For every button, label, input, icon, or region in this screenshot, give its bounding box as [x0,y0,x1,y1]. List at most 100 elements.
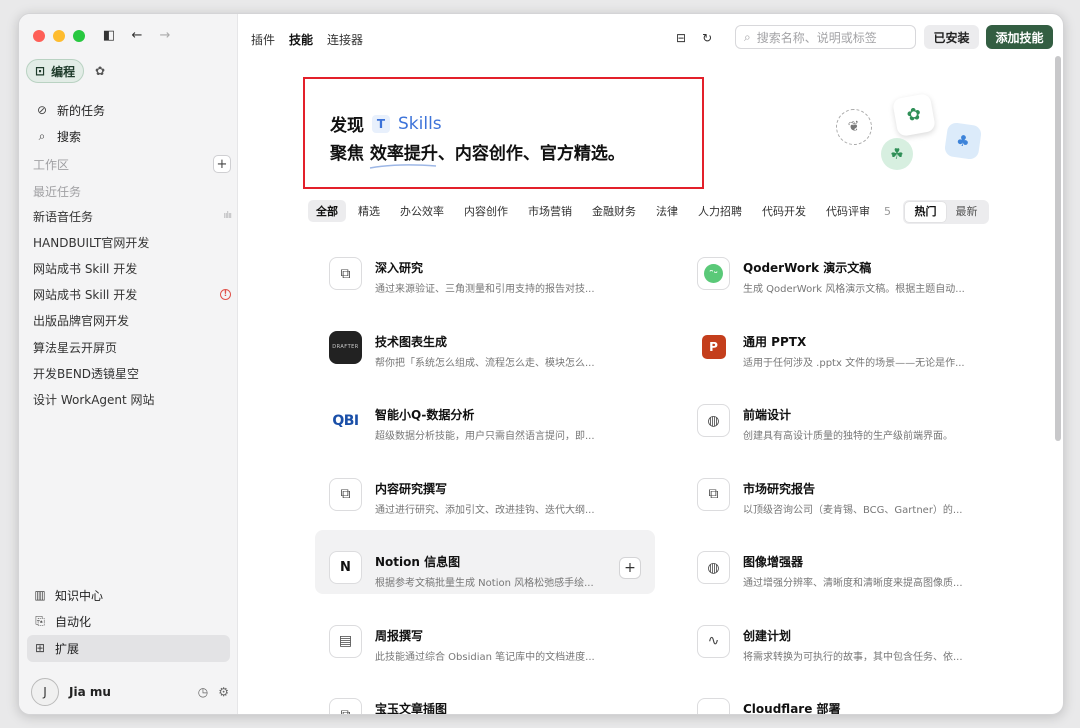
filter-office[interactable]: 办公效率 [392,200,452,222]
qbi-icon: QBI [332,412,359,429]
recent-task-list: 新语音任务 ıılıı HANDBUILT官网开发 网站成书 Skill 开发 … [33,203,232,413]
recent-section: 最近任务 [33,183,231,200]
add-workspace-button[interactable]: + [213,155,231,173]
drafter-icon: DRAFTER [329,330,362,364]
notion-icon: N [329,551,362,584]
skill-title: 宝玉文章插图 [375,702,448,715]
list-item[interactable]: 新语音任务 ıılıı [33,203,232,229]
hero-banner: 发现 T Skills 聚焦 效率提升、内容创作、官方精选。 [303,77,704,189]
skill-card[interactable]: ⧉ 内容研究撰写 通过进行研究、添加引文、改进挂钩、迭代大纲... [315,457,655,521]
puzzle-icon: ⧉ [329,257,362,290]
back-arrow-icon[interactable]: ← [129,26,145,46]
skill-card[interactable]: ◍ 前端设计 创建具有高设计质量的独特的生产级前端界面。 [683,383,1023,447]
skill-desc: 将需求转换为可执行的故事，其中包含任务、依... [743,651,963,663]
skill-desc: 超级数据分析技能，用户只需自然语言提问，即... [375,431,595,442]
gauge-icon[interactable]: ◷ [198,685,208,699]
sidebar-nav: ⊘ 新的任务 ⌕ 搜索 [29,97,229,149]
task-label: 算法星云开屏页 [33,340,118,355]
sidebar-item-search[interactable]: ⌕ 搜索 [29,123,229,149]
palette-icon: ✿ [95,64,106,78]
list-item[interactable]: 开发BEND透镜星空 [33,360,231,386]
filter-hr[interactable]: 人力招聘 [690,200,750,222]
skill-card[interactable]: ◍ 图像增强器 通过增强分辨率、清晰度和清晰度来提高图像质... [683,530,1023,594]
mode-design-button[interactable]: ✿ [88,59,112,83]
sidebar: ◧ ← → ⊡ 编程 ✿ ⊘ 新的任务 ⌕ 搜索 工作区 + 最近任务 新语音任… [19,14,238,714]
list-item[interactable]: 设计 WorkAgent 网站 [33,386,231,412]
skill-card[interactable]: ☁ Cloudflare 部署 [683,677,1023,714]
sidebar-item-knowledge[interactable]: ▥ 知识中心 [27,582,230,609]
skill-card[interactable]: ∿ 创建计划 将需求转换为可执行的故事，其中包含任务、依... [683,604,1023,668]
automation-icon: ⎘ [35,614,45,629]
list-item[interactable]: 出版品牌官网开发 [33,308,231,334]
user-profile[interactable]: J Jia mu ◷ ⚙ [31,678,229,706]
forward-arrow-icon[interactable]: → [157,26,173,46]
feedback-icon[interactable]: ⊟ [676,31,686,45]
skill-card[interactable]: ᵔᵕ QoderWork 演示文稿 生成 QoderWork 风格演示文稿。根据… [683,236,1023,300]
top-icons: ⊟ ↻ [676,31,712,45]
sidebar-item-automation[interactable]: ⎘ 自动化 [27,609,230,636]
sidebar-item-label: 知识中心 [55,588,104,603]
skill-desc: 根据参考文稿批量生成 Notion 风格松弛感手绘... [375,578,594,589]
sidebar-toggle-icon[interactable]: ◧ [101,26,117,46]
tab-skills[interactable]: 技能 [289,31,313,48]
skill-desc: 适用于任何涉及 .pptx 文件的场景——无论是作... [743,357,965,369]
list-item[interactable]: 算法星云开屏页 [33,334,231,360]
sidebar-item-label: 自动化 [55,615,92,630]
palette-icon: ◍ [697,551,730,584]
tab-connectors[interactable]: 连接器 [327,31,363,48]
sidebar-item-extensions[interactable]: ⊞ 扩展 [27,635,230,662]
task-label: 开发BEND透镜星空 [33,366,140,381]
install-skill-button[interactable]: + [619,557,641,579]
top-tabs: 插件 技能 连接器 [251,31,363,48]
maximize-window-button[interactable] [73,30,85,42]
tab-plugins[interactable]: 插件 [251,31,275,48]
scrollbar[interactable] [1055,56,1061,441]
filter-finance[interactable]: 金融财务 [584,200,644,222]
skill-card[interactable]: ⧉ 深入研究 通过来源验证、三角测量和引用支持的报告对技... [315,236,655,300]
filter-dev[interactable]: 代码开发 [754,200,814,222]
skill-card[interactable]: ⧉ 宝玉文章插图 [315,677,655,715]
close-window-button[interactable] [33,30,45,42]
skill-card[interactable]: QBI 智能小Q-数据分析 超级数据分析技能，用户只需自然语言提问，即... [315,383,655,447]
filter-content[interactable]: 内容创作 [456,200,516,222]
puzzle-icon: ⧉ [329,477,362,511]
filter-all[interactable]: 全部 [308,200,346,222]
search-placeholder: 搜索名称、说明或标签 [756,30,877,45]
hero-underline-decoration [369,164,437,169]
list-item[interactable]: 网站成书 Skill 开发 [33,255,231,281]
search-input[interactable]: ⌕ 搜索名称、说明或标签 [735,25,916,49]
skill-title: 内容研究撰写 [375,481,448,496]
task-label: 网站成书 Skill 开发 [33,288,138,303]
add-skill-button[interactable]: 添加技能 [986,25,1053,49]
skill-card[interactable]: P 通用 PPTX 适用于任何涉及 .pptx 文件的场景——无论是作... [683,310,1023,374]
sort-hot[interactable]: 热门 [905,202,946,222]
sort-new[interactable]: 最新 [946,202,987,222]
minimize-window-button[interactable] [53,30,65,42]
mode-coding-button[interactable]: ⊡ 编程 [26,59,85,83]
list-item[interactable]: HANDBUILT官网开发 [33,229,231,255]
list-item[interactable]: 网站成书 Skill 开发 ! [33,282,231,308]
sidebar-item-new-task[interactable]: ⊘ 新的任务 [29,97,229,123]
task-label: 出版品牌官网开发 [33,314,130,329]
skill-desc: 创建具有高设计质量的独特的生产级前端界面。 [743,431,953,442]
refresh-icon[interactable]: ↻ [702,31,712,45]
skill-desc: 生成 QoderWork 风格演示文稿。根据主题自动... [743,284,965,295]
filter-legal[interactable]: 法律 [648,200,686,222]
skills-logo-icon: T [372,114,390,133]
avatar-letter: J [43,685,47,699]
filter-more[interactable]: 5 [882,202,893,221]
installed-button[interactable]: 已安装 [924,25,979,49]
skill-card[interactable]: DRAFTER 技术图表生成 帮你把「系统怎么组成、流程怎么走、模块怎么... [315,310,655,374]
filter-review[interactable]: 代码评审 [818,200,878,222]
filter-featured[interactable]: 精选 [350,200,388,222]
sidebar-bottom-nav: ▥ 知识中心 ⎘ 自动化 ⊞ 扩展 [27,582,230,662]
skill-card[interactable]: N Notion 信息图 根据参考文稿批量生成 Notion 风格松弛感手绘..… [315,530,655,594]
leaf-icon: ❦ [833,106,875,148]
skill-card[interactable]: ▤ 周报撰写 此技能通过综合 Obsidian 笔记库中的文档进度... [315,604,655,668]
hero-subtitle: 聚焦 效率提升、内容创作、官方精选。 [330,144,625,164]
workspace-label: 工作区 [33,157,70,172]
skill-card[interactable]: ⧉ 市场研究报告 以顶级咨询公司（麦肯锡、BCG、Gartner）的... [683,457,1023,521]
qoder-icon: ᵔᵕ [697,257,730,290]
filter-marketing[interactable]: 市场营销 [520,200,580,222]
settings-icon[interactable]: ⚙ [218,685,229,699]
